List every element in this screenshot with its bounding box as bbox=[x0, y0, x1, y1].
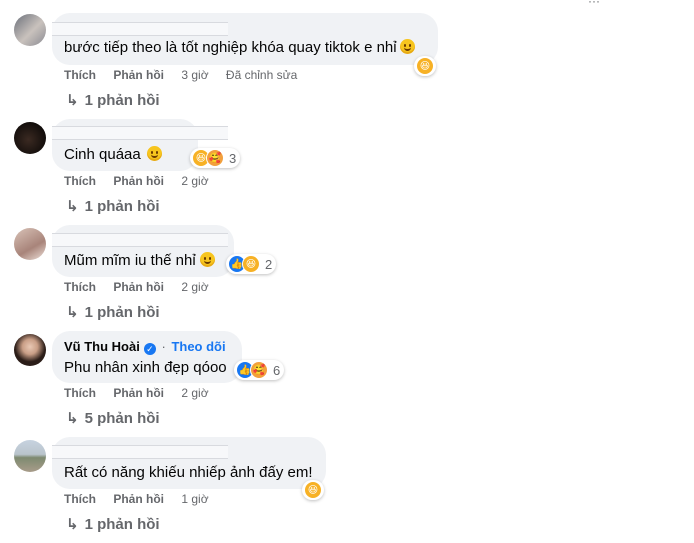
haha-icon: 😆 bbox=[242, 255, 260, 273]
replies-count: 1 phản hồi bbox=[84, 304, 160, 321]
like-link[interactable]: Thích bbox=[64, 174, 96, 188]
comment-bubble: Rất có năng khiếu nhiếp ảnh đấy em! bbox=[52, 437, 326, 489]
verified-badge-icon: ✓ bbox=[143, 343, 156, 355]
comment-text: Mũm mĩm iu thế nhỉ bbox=[64, 252, 196, 269]
smile-emoji-icon bbox=[399, 39, 415, 54]
reply-arrow-icon: ↳ bbox=[66, 304, 79, 321]
haha-icon: 😆 bbox=[416, 57, 434, 75]
reaction-count: 3 bbox=[229, 150, 237, 166]
comment-actions: Thích Phản hồi 2 giờ bbox=[64, 280, 209, 294]
reaction-count: 2 bbox=[265, 256, 273, 272]
replies-count: 1 phản hồi bbox=[84, 92, 160, 109]
reaction-summary[interactable]: 😆 bbox=[302, 480, 324, 500]
redacted-author-name bbox=[52, 233, 228, 247]
haha-icon: 😆 bbox=[304, 481, 322, 499]
comment-bubble: Cinh quáaa bbox=[52, 119, 228, 171]
reaction-count: 6 bbox=[273, 362, 281, 378]
reply-link[interactable]: Phản hồi bbox=[113, 174, 164, 188]
avatar[interactable] bbox=[14, 14, 46, 46]
reply-link[interactable]: Phản hồi bbox=[113, 492, 164, 506]
avatar[interactable] bbox=[14, 334, 46, 366]
view-replies-link[interactable]: ↳ 1 phản hồi bbox=[66, 303, 160, 321]
edited-label: Đã chỉnh sửa bbox=[225, 68, 298, 82]
replies-count: 1 phản hồi bbox=[84, 516, 160, 533]
reply-link[interactable]: Phản hồi bbox=[113, 280, 164, 294]
redacted-author-name bbox=[52, 126, 228, 140]
redacted-author-name bbox=[52, 445, 228, 459]
comment-bubble: Mũm mĩm iu thế nhỉ bbox=[52, 225, 234, 277]
smile-emoji-icon bbox=[146, 146, 162, 161]
reply-arrow-icon: ↳ bbox=[66, 516, 79, 533]
comment-time[interactable]: 1 giờ bbox=[181, 492, 208, 506]
comment-text: Rất có năng khiếu nhiếp ảnh đấy em! bbox=[64, 464, 313, 481]
replies-count: 1 phản hồi bbox=[84, 198, 160, 215]
comment-time[interactable]: 2 giờ bbox=[181, 174, 208, 188]
avatar[interactable] bbox=[14, 440, 46, 472]
redacted-author-name bbox=[52, 22, 228, 36]
comment-actions: Thích Phản hồi 1 giờ bbox=[64, 492, 209, 506]
care-icon: 🥰 bbox=[206, 149, 224, 167]
like-link[interactable]: Thích bbox=[64, 280, 96, 294]
comment-time[interactable]: 2 giờ bbox=[181, 386, 208, 400]
avatar[interactable] bbox=[14, 228, 46, 260]
view-replies-link[interactable]: ↳ 1 phản hồi bbox=[66, 515, 160, 533]
comment-time[interactable]: 3 giờ bbox=[181, 68, 208, 82]
author-name[interactable]: Vũ Thu Hoài bbox=[64, 339, 140, 354]
avatar[interactable] bbox=[14, 122, 46, 154]
smile-emoji-icon bbox=[199, 252, 215, 267]
reaction-summary[interactable]: 👍 🥰 6 bbox=[234, 360, 285, 380]
comment-actions: Thích Phản hồi 3 giờ Đã chỉnh sửa bbox=[64, 68, 297, 82]
like-link[interactable]: Thích bbox=[64, 492, 96, 506]
comment-text: Phu nhân xinh đẹp qóoo bbox=[64, 359, 227, 376]
more-options-icon[interactable]: ··· bbox=[588, 0, 600, 8]
care-icon: 🥰 bbox=[250, 361, 268, 379]
reply-arrow-icon: ↳ bbox=[66, 198, 79, 215]
comment-time[interactable]: 2 giờ bbox=[181, 280, 208, 294]
reply-arrow-icon: ↳ bbox=[66, 92, 79, 109]
comment-bubble: bước tiếp theo là tốt nghiệp khóa quay t… bbox=[52, 13, 438, 65]
comment-actions: Thích Phản hồi 2 giờ bbox=[64, 174, 209, 188]
view-replies-link[interactable]: ↳ 5 phản hồi bbox=[66, 409, 160, 427]
reaction-summary[interactable]: 😆 🥰 3 bbox=[190, 148, 241, 168]
like-link[interactable]: Thích bbox=[64, 68, 96, 82]
reaction-summary[interactable]: 😆 bbox=[414, 56, 436, 76]
comment-actions: Thích Phản hồi 2 giờ bbox=[64, 386, 209, 400]
view-replies-link[interactable]: ↳ 1 phản hồi bbox=[66, 91, 160, 109]
comment-bubble: Vũ Thu Hoài ✓ · Theo dõi Phu nhân xinh đẹ… bbox=[52, 331, 242, 383]
reply-link[interactable]: Phản hồi bbox=[113, 386, 164, 400]
view-replies-link[interactable]: ↳ 1 phản hồi bbox=[66, 197, 160, 215]
replies-count: 5 phản hồi bbox=[84, 410, 160, 427]
comment-text: Cinh quáaa bbox=[64, 146, 141, 163]
follow-button[interactable]: Theo dõi bbox=[171, 339, 225, 354]
like-link[interactable]: Thích bbox=[64, 386, 96, 400]
comment-text: bước tiếp theo là tốt nghiệp khóa quay t… bbox=[64, 39, 397, 56]
reaction-summary[interactable]: 👍 😆 2 bbox=[226, 254, 277, 274]
reply-arrow-icon: ↳ bbox=[66, 410, 79, 427]
reply-link[interactable]: Phản hồi bbox=[113, 68, 164, 82]
